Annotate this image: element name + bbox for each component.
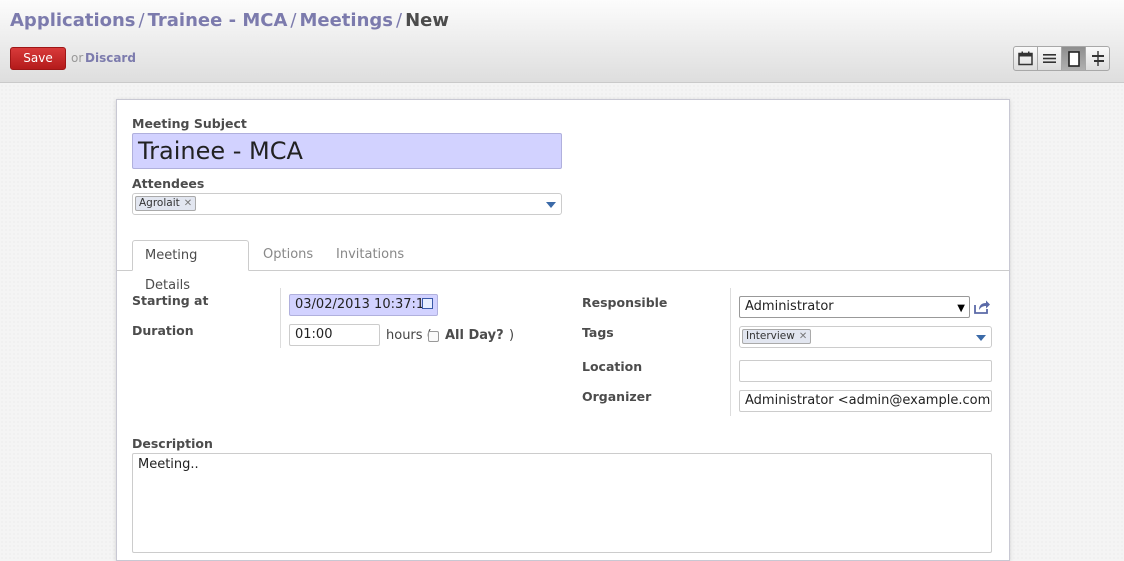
external-link-icon[interactable]	[973, 299, 991, 315]
or-text: or	[71, 51, 84, 65]
description-textarea[interactable]: Meeting..	[132, 453, 992, 553]
hours-text: hours (	[386, 328, 432, 343]
dropdown-caret-icon[interactable]	[976, 335, 986, 341]
view-switcher	[1013, 46, 1110, 71]
close-paren: )	[509, 328, 515, 343]
interview-tag: Interview ✕	[742, 329, 812, 344]
organizer-input[interactable]: Administrator <admin@example.com>	[739, 390, 992, 412]
tags-input[interactable]: Interview ✕	[739, 326, 992, 348]
gantt-view-button[interactable]	[1085, 46, 1110, 71]
tab-invitations[interactable]: Invitations	[324, 240, 416, 271]
dropdown-caret-icon[interactable]	[546, 202, 556, 208]
list-icon	[1043, 54, 1056, 63]
save-button[interactable]: Save	[10, 47, 66, 70]
select-arrow-icon: ▼	[957, 303, 965, 314]
control-panel: Applications / Trainee - MCA / Meetings / New …	[0, 0, 1124, 83]
breadcrumb-current: New	[405, 10, 449, 31]
tab-options[interactable]: Options	[251, 240, 325, 271]
allday-label: All Day?	[445, 328, 504, 343]
attendees-label: Attendees	[132, 176, 205, 191]
attendees-input[interactable]: Agrolait ✕	[132, 193, 562, 215]
tags-label: Tags	[582, 325, 614, 340]
form-icon	[1067, 50, 1080, 67]
attendee-tag: Agrolait ✕	[135, 196, 197, 211]
breadcrumb-applications[interactable]: Applications	[10, 10, 136, 31]
calendar-view-button[interactable]	[1013, 46, 1038, 71]
attendee-tag-label: Agrolait	[139, 197, 180, 209]
location-input[interactable]	[739, 360, 992, 382]
remove-tag-icon[interactable]: ✕	[184, 198, 192, 209]
tab-meeting-details[interactable]: Meeting Details	[132, 240, 249, 293]
field-divider	[730, 288, 731, 416]
breadcrumb-trainee-mca[interactable]: Trainee - MCA	[148, 10, 288, 31]
form-view-button[interactable]	[1061, 46, 1086, 71]
datepicker-icon[interactable]	[422, 298, 433, 309]
form-sheet: Meeting Subject Trainee - MCA Attendees …	[116, 99, 1010, 561]
interview-tag-label: Interview	[746, 330, 795, 342]
duration-input[interactable]: 01:00	[289, 324, 380, 346]
breadcrumb-separator: /	[395, 10, 403, 31]
location-label: Location	[582, 359, 643, 374]
breadcrumb-separator: /	[290, 10, 297, 31]
subject-input[interactable]: Trainee - MCA	[132, 133, 562, 169]
duration-label: Duration	[132, 323, 194, 338]
gantt-icon	[1091, 51, 1104, 66]
remove-tag-icon[interactable]: ✕	[799, 331, 807, 342]
subject-label: Meeting Subject	[132, 116, 247, 131]
discard-link[interactable]: Discard	[85, 51, 136, 65]
list-view-button[interactable]	[1037, 46, 1062, 71]
responsible-select[interactable]: Administrator ▼	[739, 296, 970, 318]
allday-checkbox[interactable]	[428, 331, 439, 342]
breadcrumb: Applications / Trainee - MCA / Meetings / New	[10, 10, 449, 31]
responsible-label: Responsible	[582, 295, 668, 310]
calendar-icon	[1018, 51, 1033, 66]
starting-at-value: 03/02/2013 10:37:10	[295, 297, 433, 312]
organizer-label: Organizer	[582, 389, 652, 404]
breadcrumb-separator: /	[138, 10, 145, 31]
starting-at-input[interactable]: 03/02/2013 10:37:10	[289, 294, 438, 316]
field-divider	[280, 288, 281, 348]
description-label: Description	[132, 436, 213, 451]
responsible-value: Administrator	[745, 299, 834, 314]
breadcrumb-meetings[interactable]: Meetings	[299, 10, 393, 31]
